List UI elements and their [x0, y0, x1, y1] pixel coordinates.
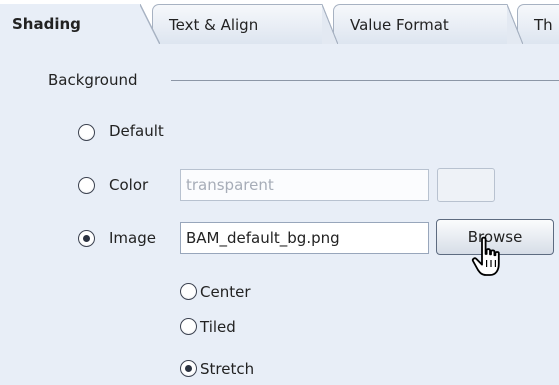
color-picker-button[interactable] [437, 168, 495, 202]
radio-label-tiled[interactable]: Tiled [200, 317, 236, 337]
tab-label: Th [534, 16, 553, 34]
tab-shading[interactable]: Shading [0, 4, 160, 44]
tab-bar: Th Value Format Text & Align Shading [0, 0, 559, 44]
group-divider [171, 80, 559, 81]
radio-label-color[interactable]: Color [109, 175, 148, 195]
radio-label-default[interactable]: Default [109, 121, 164, 141]
radio-center[interactable] [180, 283, 197, 300]
tab-threshold[interactable]: Th [517, 4, 559, 44]
radio-label-image[interactable]: Image [109, 228, 156, 248]
radio-color[interactable] [78, 177, 95, 194]
radio-icon [185, 365, 192, 372]
radio-stretch[interactable] [180, 360, 197, 377]
radio-label-center[interactable]: Center [200, 282, 251, 302]
tab-label: Shading [12, 15, 81, 33]
tab-value-format[interactable]: Value Format [333, 4, 523, 44]
radio-icon [83, 235, 90, 242]
tab-label: Text & Align [169, 16, 259, 34]
hand-pointer-icon [471, 236, 500, 276]
color-input[interactable] [180, 169, 429, 201]
radio-tiled[interactable] [180, 318, 197, 335]
radio-default[interactable] [78, 124, 95, 141]
radio-label-stretch[interactable]: Stretch [200, 359, 254, 379]
tab-label: Value Format [350, 16, 449, 34]
tab-text-align[interactable]: Text & Align [152, 4, 338, 44]
group-label-background: Background [48, 71, 138, 89]
radio-image[interactable] [78, 230, 95, 247]
image-path-input[interactable] [180, 222, 429, 254]
